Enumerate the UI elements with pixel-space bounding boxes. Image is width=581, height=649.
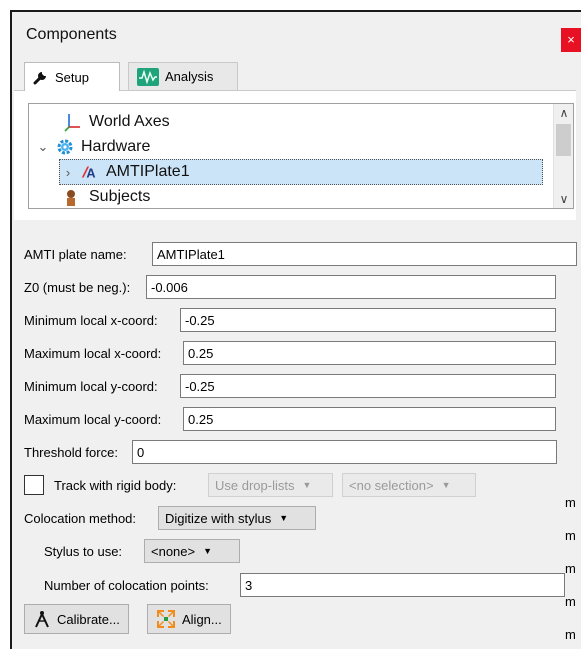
row-max-x: Maximum local x-coord: [24, 340, 556, 366]
row-colocation-points: Number of colocation points: [44, 572, 565, 598]
track-droplist-1[interactable]: Use drop-lists ▼ [208, 473, 333, 497]
panel-title: Components [26, 26, 117, 43]
tree-item-world-axes[interactable]: World Axes [59, 109, 170, 135]
max-y-unit: m [565, 627, 576, 642]
axes-icon [64, 114, 80, 132]
caret-down-icon: ▼ [302, 480, 312, 490]
max-x-label: Maximum local x-coord: [24, 345, 162, 361]
align-button[interactable]: Align... [147, 604, 231, 634]
tree-item-amtiplate1[interactable]: › A AMTIPlate1 [59, 159, 543, 185]
min-y-input[interactable] [180, 374, 556, 398]
track-label: Track with rigid body: [54, 477, 177, 493]
row-max-y: Maximum local y-coord: [24, 406, 556, 432]
components-panel: Components × Setup Analysis World Axes ⌄… [10, 10, 581, 649]
threshold-label: Threshold force: [24, 444, 118, 460]
min-x-unit: m [565, 528, 576, 543]
colocation-points-label: Number of colocation points: [44, 577, 209, 593]
row-z0: Z0 (must be neg.): [24, 274, 556, 300]
tab-setup-label: Setup [55, 69, 89, 85]
stylus-select[interactable]: <none> ▼ [144, 539, 240, 563]
tab-setup[interactable]: Setup [24, 62, 120, 91]
z0-input[interactable] [146, 275, 556, 299]
calibrate-label: Calibrate... [57, 611, 120, 627]
scroll-down-icon[interactable]: ∨ [554, 192, 573, 206]
z0-label: Z0 (must be neg.): [24, 279, 131, 295]
track-checkbox[interactable] [24, 475, 44, 495]
row-colocation: Colocation method: Digitize with stylus … [24, 505, 316, 531]
row-threshold: Threshold force: [24, 439, 557, 465]
components-tree[interactable]: World Axes ⌄ Hardware › A AMTIPlate1 Sub… [28, 103, 574, 209]
stylus-value: <none> [151, 543, 196, 559]
tree-item-label: AMTIPlate1 [106, 163, 190, 180]
close-button[interactable]: × [561, 28, 581, 52]
row-min-x: Minimum local x-coord: [24, 307, 556, 333]
tree-item-label: World Axes [89, 113, 170, 130]
colocation-points-input[interactable] [240, 573, 565, 597]
compass-icon [35, 611, 49, 628]
plate-properties-form: AMTI plate name: Z0 (must be neg.): m Mi… [12, 220, 581, 649]
calibrate-button[interactable]: Calibrate... [24, 604, 129, 634]
scroll-thumb[interactable] [556, 124, 571, 156]
min-y-unit: m [565, 594, 576, 609]
max-y-label: Maximum local y-coord: [24, 411, 162, 427]
colocation-method-select[interactable]: Digitize with stylus ▼ [158, 506, 316, 530]
caret-down-icon: ▼ [203, 546, 213, 556]
max-y-input[interactable] [183, 407, 556, 431]
waveform-icon [137, 67, 159, 86]
colocation-label: Colocation method: [24, 510, 137, 526]
wrench-icon [33, 72, 46, 85]
plate-name-label: AMTI plate name: [24, 246, 127, 262]
title-bar: Components × [12, 12, 581, 56]
tab-analysis-label: Analysis [165, 69, 214, 84]
tree-item-hardware[interactable]: ⌄ Hardware [35, 134, 151, 160]
row-track: Track with rigid body: Use drop-lists ▼ … [24, 472, 476, 498]
tree-item-label: Hardware [81, 138, 151, 155]
row-min-y: Minimum local y-coord: [24, 373, 556, 399]
droplist-1-value: Use drop-lists [215, 477, 295, 493]
amti-logo-icon: A [81, 165, 96, 180]
max-x-unit: m [565, 561, 576, 576]
caret-down-icon: ▼ [279, 513, 289, 523]
align-label: Align... [182, 611, 222, 627]
setup-tab-body: World Axes ⌄ Hardware › A AMTIPlate1 Sub… [14, 90, 576, 220]
gear-icon [57, 139, 73, 155]
tree-item-subjects[interactable]: Subjects [59, 184, 151, 208]
row-plate-name: AMTI plate name: [24, 241, 577, 267]
tab-analysis[interactable]: Analysis [128, 62, 238, 90]
chevron-down-icon[interactable]: ⌄ [35, 139, 51, 155]
track-droplist-2[interactable]: <no selection> ▼ [342, 473, 476, 497]
plate-name-input[interactable] [152, 242, 577, 266]
max-x-input[interactable] [183, 341, 556, 365]
droplist-2-value: <no selection> [349, 477, 434, 493]
tree-item-label: Subjects [89, 188, 151, 205]
tree-scrollbar[interactable]: ∧ ∨ [553, 104, 573, 208]
threshold-input[interactable] [132, 440, 557, 464]
subject-icon [67, 190, 75, 206]
caret-down-icon: ▼ [441, 480, 451, 490]
stylus-label: Stylus to use: [44, 543, 123, 559]
scroll-up-icon[interactable]: ∧ [554, 106, 573, 120]
row-stylus: Stylus to use: <none> ▼ [44, 538, 240, 564]
chevron-right-icon[interactable]: › [60, 165, 76, 180]
min-x-input[interactable] [180, 308, 556, 332]
svg-text:A: A [86, 165, 95, 180]
min-x-label: Minimum local x-coord: [24, 312, 158, 328]
z0-unit: m [565, 495, 576, 510]
colocation-value: Digitize with stylus [165, 510, 272, 526]
min-y-label: Minimum local y-coord: [24, 378, 158, 394]
align-icon [157, 610, 175, 628]
